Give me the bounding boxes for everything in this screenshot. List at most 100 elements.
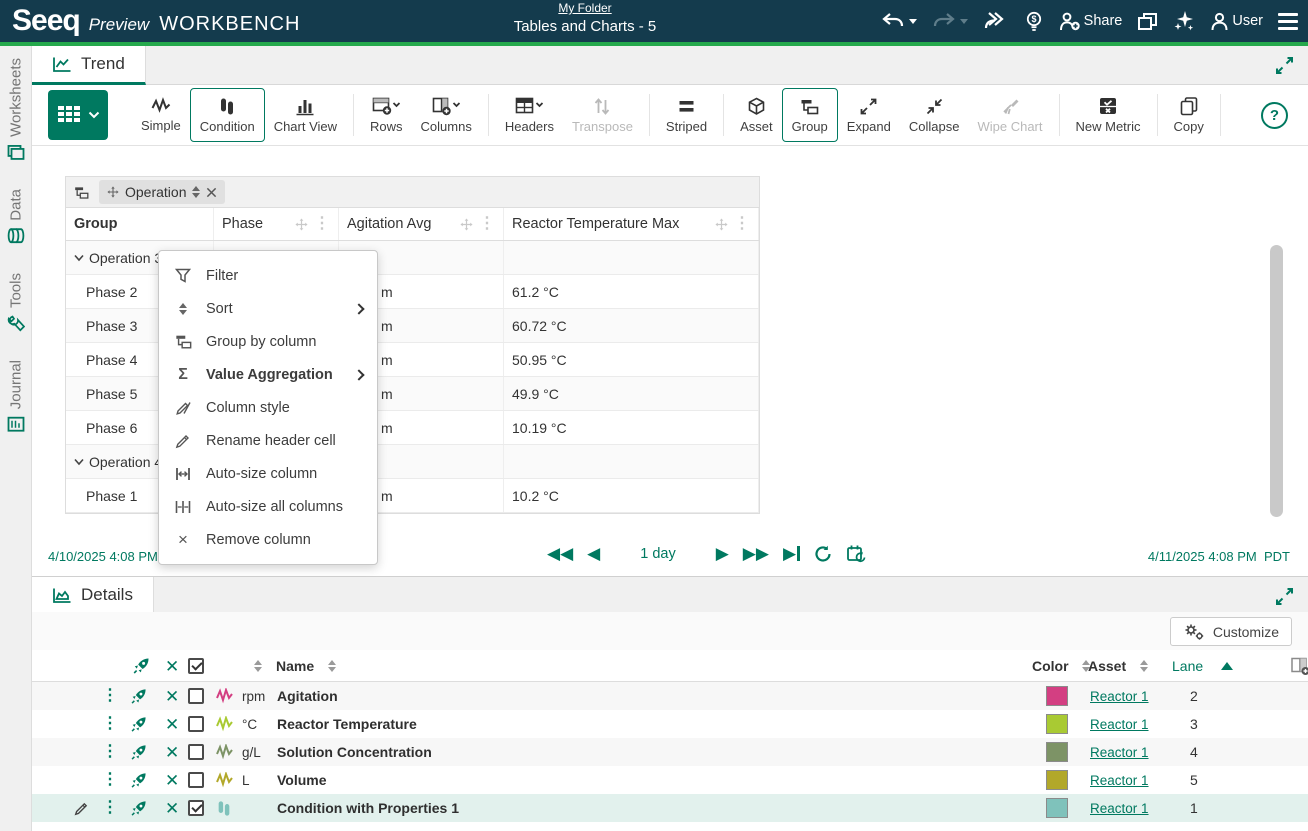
toolbar-item-asset[interactable]: Asset — [731, 88, 782, 142]
toolbar-item-group[interactable]: Group — [782, 88, 838, 142]
undo-button[interactable] — [881, 12, 917, 30]
kebab-icon[interactable]: ⋮ — [102, 744, 118, 760]
toolbar-item-columns[interactable]: Columns — [412, 88, 481, 142]
toolbar-item-transpose[interactable]: Transpose — [563, 88, 642, 142]
pricing-button[interactable]: $ — [1024, 11, 1044, 31]
tab-trend[interactable]: Trend — [32, 46, 146, 85]
range-duration[interactable]: 1 day — [640, 546, 675, 562]
tag-sort-icon[interactable] — [192, 186, 200, 198]
toolbar-item-rows[interactable]: Rows — [361, 88, 412, 142]
step-back-much-button[interactable]: ◀◀ — [547, 545, 573, 562]
color-swatch[interactable] — [1046, 742, 1068, 762]
breadcrumb-my-folder[interactable]: My Folder — [558, 1, 611, 15]
refresh-icon[interactable] — [814, 545, 832, 563]
send-to-icon[interactable] — [130, 688, 147, 705]
color-swatch[interactable] — [1046, 798, 1068, 818]
color-swatch[interactable] — [1046, 686, 1068, 706]
table-type-menu-button[interactable] — [48, 90, 108, 140]
group-tag-operation[interactable]: Operation — [99, 180, 225, 204]
send-to-icon[interactable] — [130, 772, 147, 789]
asset-link[interactable]: Reactor 1 — [1090, 773, 1149, 788]
remove-icon[interactable]: ✕ — [165, 800, 179, 817]
sidebar-item-worksheets[interactable]: Worksheets — [7, 58, 25, 161]
edit-pencil-icon[interactable] — [74, 801, 89, 816]
toolbar-item-condition[interactable]: Condition — [190, 88, 265, 142]
column-menu-icon[interactable]: ⋮ — [479, 216, 495, 232]
row-checkbox[interactable] — [188, 800, 204, 816]
tab-details[interactable]: Details — [32, 577, 154, 616]
asset-link[interactable]: Reactor 1 — [1090, 689, 1149, 704]
details-expand-button[interactable] — [1275, 587, 1294, 611]
color-swatch[interactable] — [1046, 770, 1068, 790]
kebab-icon[interactable]: ⋮ — [102, 688, 118, 704]
toolbar-item-chart-view[interactable]: Chart View — [265, 88, 346, 142]
step-forward-much-button[interactable]: ▶▶ — [743, 545, 769, 562]
name-header[interactable]: Name — [276, 650, 314, 682]
menu-item-value-aggregation[interactable]: Σ Value Aggregation — [159, 358, 377, 391]
help-button[interactable]: ? — [1261, 102, 1288, 129]
asset-link[interactable]: Reactor 1 — [1090, 745, 1149, 760]
sidebar-item-tools[interactable]: Tools — [7, 273, 25, 332]
asset-link[interactable]: Reactor 1 — [1090, 717, 1149, 732]
details-row-condition-with-properties[interactable]: ⋮ ✕ Condition with Properties 1 Reactor … — [32, 794, 1308, 822]
toolbar-item-new-metric[interactable]: New Metric — [1067, 88, 1150, 142]
column-header-phase[interactable]: Phase ⋮ — [214, 208, 339, 240]
toolbar-item-striped[interactable]: Striped — [657, 88, 716, 142]
details-row-volume[interactable]: ⋮ ✕ L Volume Reactor 1 5 — [32, 766, 1308, 794]
kebab-icon[interactable]: ⋮ — [102, 772, 118, 788]
move-icon[interactable] — [295, 218, 308, 231]
sidebar-item-journal[interactable]: Journal — [7, 360, 25, 433]
redo-button[interactable] — [932, 12, 968, 30]
worksheets-panel-button[interactable] — [1137, 12, 1158, 31]
menu-item-sort[interactable]: Sort — [159, 292, 377, 325]
toolbar-item-copy[interactable]: Copy — [1165, 88, 1213, 142]
step-to-end-button[interactable]: ▶ — [783, 545, 800, 562]
ai-assistant-button[interactable] — [1173, 10, 1195, 32]
details-row-agitation[interactable]: ⋮ ✕ rpm Agitation Reactor 1 2 — [32, 682, 1308, 710]
kebab-icon[interactable]: ⋮ — [102, 800, 118, 816]
main-menu-button[interactable] — [1278, 13, 1298, 30]
toolbar-item-collapse[interactable]: Collapse — [900, 88, 969, 142]
auto-update-icon[interactable] — [846, 544, 866, 563]
share-button[interactable]: Share — [1059, 12, 1123, 31]
chevron-down-icon[interactable] — [74, 254, 84, 262]
toolbar-item-headers[interactable]: Headers — [496, 88, 563, 142]
remove-icon[interactable]: ✕ — [165, 772, 179, 789]
toolbar-item-wipe-chart[interactable]: Wipe Chart — [968, 88, 1051, 142]
tag-close-icon[interactable] — [206, 187, 217, 198]
color-header[interactable]: Color — [1032, 650, 1090, 682]
trend-expand-button[interactable] — [1275, 56, 1294, 80]
lane-header[interactable]: Lane — [1172, 650, 1233, 682]
asset-header[interactable]: Asset — [1088, 650, 1148, 682]
column-header-group[interactable]: Group — [66, 208, 214, 240]
add-column-button[interactable] — [1290, 650, 1308, 682]
step-back-button[interactable]: ◀ — [587, 545, 600, 562]
move-icon[interactable] — [715, 218, 728, 231]
column-header-agitation-avg[interactable]: Agitation Avg ⋮ — [339, 208, 504, 240]
menu-item-rename-header-cell[interactable]: Rename header cell — [159, 424, 377, 457]
send-to-icon[interactable] — [130, 744, 147, 761]
user-menu-button[interactable]: User — [1210, 12, 1263, 31]
column-menu-icon[interactable]: ⋮ — [734, 216, 750, 232]
chevron-down-icon[interactable] — [74, 458, 84, 466]
menu-item-auto-size-all-columns[interactable]: Auto-size all columns — [159, 490, 377, 523]
row-checkbox[interactable] — [188, 772, 204, 788]
column-menu-icon[interactable]: ⋮ — [314, 216, 330, 232]
seeq-logo[interactable]: Seeq Preview WORKBENCH — [12, 4, 300, 38]
menu-item-group-by-column[interactable]: Group by column — [159, 325, 377, 358]
column-header-reactor-temperature-max[interactable]: Reactor Temperature Max ⋮ — [504, 208, 759, 240]
send-to-header-icon[interactable] — [132, 650, 150, 682]
menu-item-remove-column[interactable]: × Remove column — [159, 523, 377, 556]
menu-item-filter[interactable]: Filter — [159, 259, 377, 292]
row-checkbox[interactable] — [188, 688, 204, 704]
remove-icon[interactable]: ✕ — [165, 744, 179, 761]
details-row-reactor-temperature[interactable]: ⋮ ✕ °C Reactor Temperature Reactor 1 3 — [32, 710, 1308, 738]
row-checkbox[interactable] — [188, 744, 204, 760]
sort-unit-header[interactable] — [254, 650, 262, 682]
move-icon[interactable] — [460, 218, 473, 231]
sort-name-header[interactable] — [328, 650, 336, 682]
menu-item-column-style[interactable]: Column style — [159, 391, 377, 424]
remove-all-header-icon[interactable]: ✕ — [165, 650, 179, 682]
menu-item-auto-size-column[interactable]: Auto-size column — [159, 457, 377, 490]
asset-link[interactable]: Reactor 1 — [1090, 801, 1149, 816]
